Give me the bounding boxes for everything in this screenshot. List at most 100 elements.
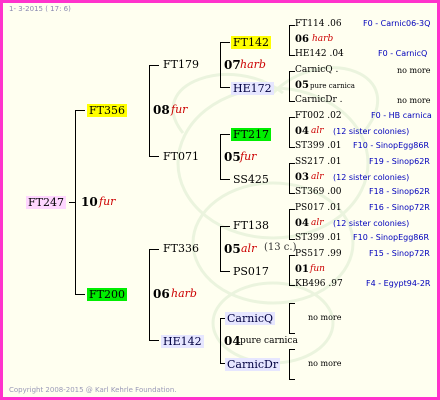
- connector-line: [149, 65, 159, 66]
- connector-line: [289, 255, 290, 286]
- gen4-queen-code[interactable]: ST369 .00: [295, 188, 342, 197]
- pedigree-ref: no more: [397, 96, 431, 105]
- gen4-queen-race: alr: [311, 218, 324, 228]
- gen4-queen-number: 06: [295, 34, 309, 45]
- sister-colonies-note: (12 sister colonies): [333, 219, 410, 228]
- sister-colonies-note: (13 c.): [264, 242, 297, 253]
- connector-line: [289, 209, 290, 240]
- gen4-queen-race: alr: [311, 172, 324, 182]
- gen4-queen-code[interactable]: HE142 .04: [295, 50, 344, 59]
- pedigree-ref: no more: [308, 313, 342, 322]
- gen4-queen-code[interactable]: PS517 .99: [295, 250, 342, 259]
- connector-line: [149, 156, 159, 157]
- gen4-queen-code[interactable]: CarnicQ .: [295, 66, 338, 75]
- root-queen-race: fur: [99, 195, 116, 208]
- gen3-queen-code[interactable]: CarnicDr: [225, 358, 281, 371]
- dam-queen-number: 06: [153, 287, 170, 301]
- connector-line: [289, 333, 295, 334]
- connector-line: [220, 179, 230, 180]
- sire-queen-code[interactable]: FT356: [87, 104, 127, 117]
- gen4-queen-code[interactable]: ST399 .01: [295, 142, 342, 151]
- gen4-queen-code[interactable]: CarnicDr .: [295, 96, 343, 105]
- pedigree-ref: F0 - Carnic06-3Q: [363, 19, 431, 28]
- root-queen-number: 10: [81, 195, 98, 209]
- gen4-queen-code[interactable]: FT114 .06: [295, 20, 342, 29]
- dam-queen-code[interactable]: FT200: [87, 288, 127, 301]
- connector-line: [289, 303, 295, 304]
- gen2-queen-race: harb: [240, 58, 266, 71]
- pedigree-ref: F10 - SinopEgg86R: [353, 141, 430, 150]
- connector-line: [289, 71, 290, 102]
- connector-line: [289, 117, 290, 148]
- connector-line: [289, 379, 295, 380]
- bee-watermark: [171, 66, 380, 365]
- connector-line: [220, 226, 221, 272]
- sire-queen-race: fur: [171, 103, 188, 116]
- connector-line: [220, 226, 230, 227]
- connector-line: [149, 249, 150, 341]
- gen2-queen-race: pure carnica: [240, 336, 298, 346]
- connector-line: [75, 294, 85, 295]
- copyright-footer: Copyright 2008-2015 @ Karl Kehrle Founda…: [9, 386, 177, 394]
- connector-line: [220, 134, 230, 135]
- gen4-queen-code[interactable]: SS217 .01: [295, 158, 342, 167]
- gen3-queen-code[interactable]: CarnicQ: [225, 312, 276, 325]
- pedigree-ref: F10 - SinopEgg86R: [353, 233, 430, 242]
- connector-line: [149, 249, 159, 250]
- gen4-queen-number: 01: [295, 264, 309, 275]
- gen4-queen-number: 05: [295, 80, 309, 91]
- gen4-queen-code[interactable]: ST399 .01: [295, 234, 342, 243]
- connector-line: [220, 271, 230, 272]
- sire-queen-number: 08: [153, 103, 170, 117]
- gen3-queen-code[interactable]: FT138: [233, 220, 269, 231]
- sister-colonies-note: (12 sister colonies): [333, 173, 410, 182]
- gen4-queen-code[interactable]: PS017 .01: [295, 204, 342, 213]
- gen3-queen-code[interactable]: PS017: [233, 266, 269, 277]
- gen2-queen-code[interactable]: FT071: [163, 151, 199, 162]
- connector-line: [220, 87, 230, 88]
- root-queen-code[interactable]: FT247: [26, 196, 66, 209]
- gen4-queen-code[interactable]: KB496 .97: [295, 280, 343, 289]
- pedigree-frame: 1- 3-2015 ( 17: 6) FT247 10 fur FT356 08…: [0, 0, 440, 400]
- connector-line: [289, 25, 290, 56]
- pedigree-ref: no more: [308, 359, 342, 368]
- gen2-queen-code[interactable]: FT179: [163, 59, 199, 70]
- gen4-queen-number: 04: [295, 218, 309, 229]
- gen3-queen-code[interactable]: HE172: [231, 82, 274, 95]
- pedigree-ref: F0 - CarnicQ: [378, 49, 428, 58]
- gen4-queen-number: 04: [295, 126, 309, 137]
- gen2-queen-number: 07: [224, 58, 241, 72]
- gen4-queen-race: fun: [310, 264, 325, 274]
- connector-line: [289, 163, 290, 194]
- connector-line: [220, 134, 221, 180]
- gen4-queen-race: alr: [311, 126, 324, 136]
- pedigree-ref: F15 - Sinop72R: [369, 249, 430, 258]
- gen4-queen-code[interactable]: FT002 .02: [295, 112, 342, 121]
- connector-line: [75, 110, 85, 111]
- connector-line: [289, 349, 290, 380]
- sister-colonies-note: (12 sister colonies): [333, 127, 410, 136]
- connector-line: [220, 318, 221, 364]
- connector-line: [289, 349, 295, 350]
- gen2-queen-code[interactable]: HE142: [161, 335, 204, 348]
- gen4-queen-race: pure carnica: [310, 82, 355, 90]
- pedigree-ref: F16 - Sinop72R: [369, 203, 430, 212]
- pedigree-ref: F19 - Sinop62R: [369, 157, 430, 166]
- gen3-queen-code[interactable]: FT142: [231, 36, 271, 49]
- gen4-queen-race: harb: [312, 34, 334, 44]
- connector-line: [69, 202, 76, 203]
- gen2-queen-race: alr: [241, 242, 257, 255]
- gen4-queen-number: 03: [295, 172, 309, 183]
- connector-line: [220, 42, 230, 43]
- gen3-queen-code[interactable]: FT217: [231, 128, 271, 141]
- connector-line: [149, 65, 150, 157]
- pedigree-ref: F0 - HB carnica: [371, 111, 432, 120]
- pedigree-ref: no more: [397, 66, 431, 75]
- connector-line: [149, 340, 159, 341]
- connector-line: [289, 303, 290, 334]
- gen3-queen-code[interactable]: SS425: [233, 174, 269, 185]
- connector-line: [220, 42, 221, 88]
- header-date: 1- 3-2015 ( 17: 6): [9, 5, 71, 13]
- gen2-queen-code[interactable]: FT336: [163, 243, 199, 254]
- gen2-queen-number: 04: [224, 334, 241, 348]
